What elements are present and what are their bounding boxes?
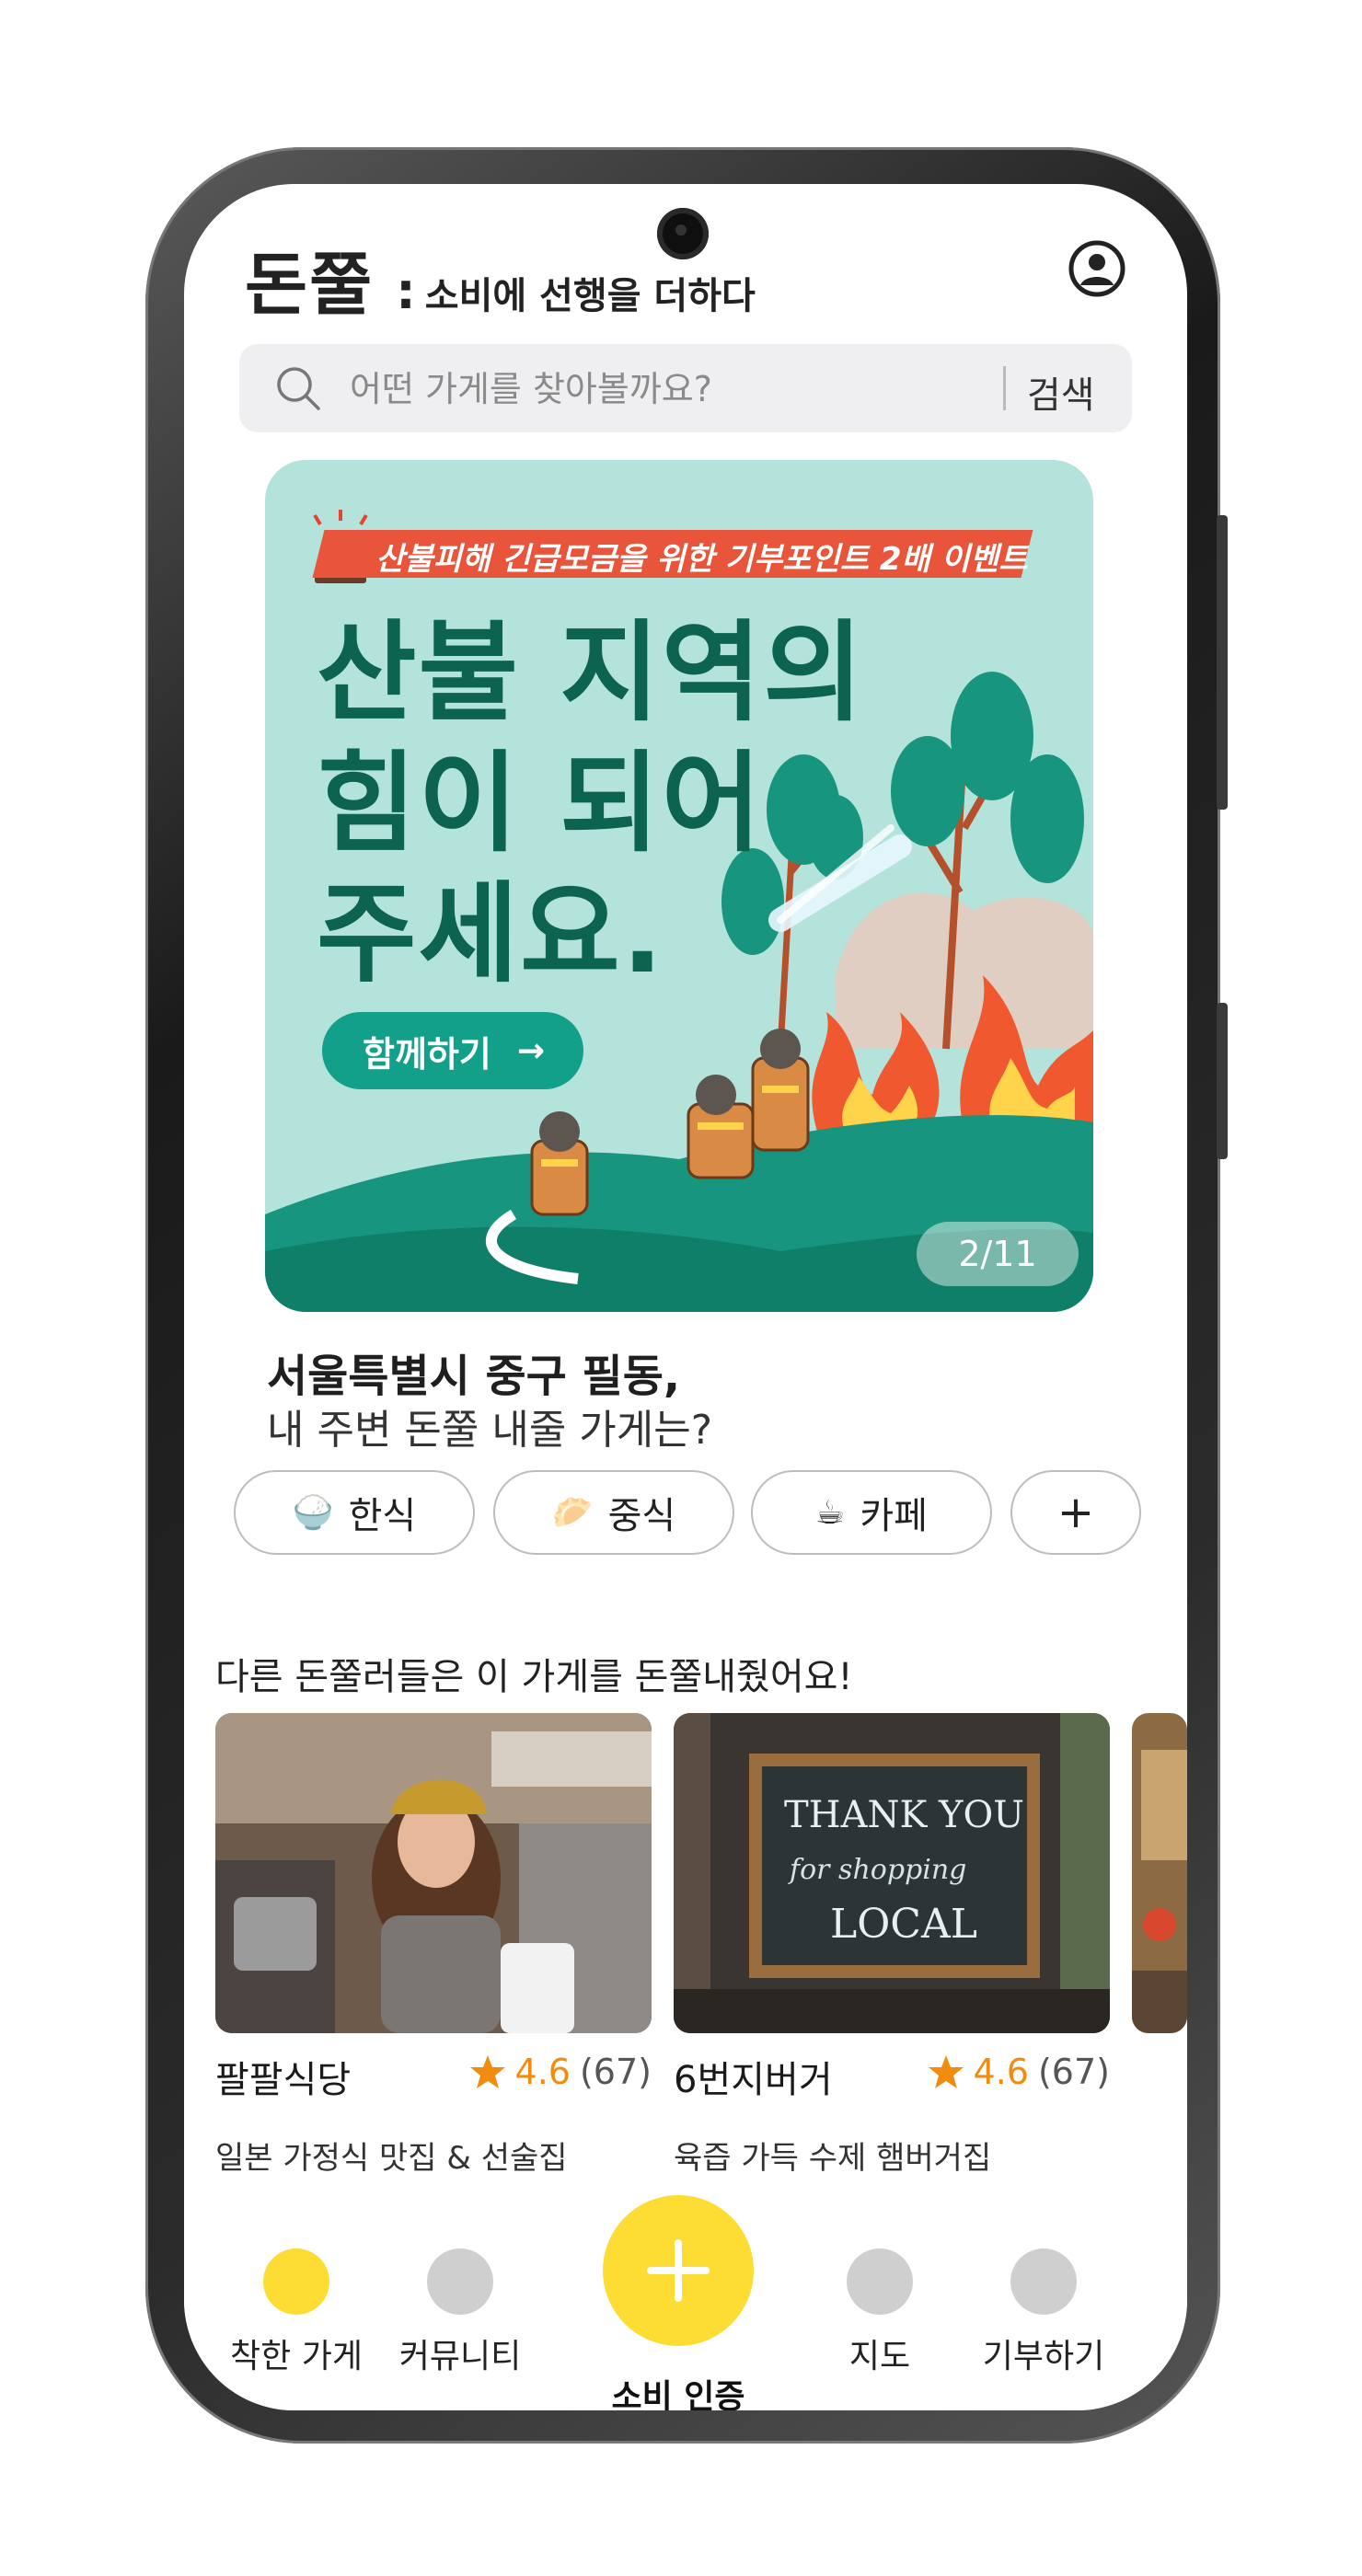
headline-line: 힘이 되어 <box>317 740 764 867</box>
nav-label: 커뮤니티 <box>398 2338 522 2375</box>
headline-line: 주세요. <box>317 870 665 997</box>
star-icon <box>928 2055 964 2088</box>
store-card[interactable]: THANK YOU for shopping LOCAL 6번지버거 4.6 (… <box>674 1713 1110 2177</box>
location-title: 서울특별시 중구 필동, <box>267 1351 681 1402</box>
search-button[interactable]: 검색 <box>1022 364 1101 420</box>
store-description: 육즙 가득 수제 햄버거집 <box>674 2140 992 2177</box>
nav-item-donate[interactable]: 기부하기 <box>961 2248 1126 2377</box>
sign-line: for shopping <box>788 1854 966 1886</box>
section-title: 다른 돈쭐러들은 이 가게를 돈쭐내줬어요! <box>215 1656 853 1698</box>
store-photo <box>1132 1713 1187 2033</box>
rating-value: 4.6 <box>973 2052 1029 2092</box>
nav-label: 소비 인증 <box>611 2378 745 2410</box>
event-text: 산불피해 긴급모금을 위한 기부포인트 2배 이벤트 <box>375 541 1028 578</box>
plus-icon: + <box>1056 1487 1095 1538</box>
nav-label: 기부하기 <box>982 2338 1105 2375</box>
volume-button <box>1217 1003 1228 1159</box>
community-icon <box>427 2248 493 2315</box>
store-photo: THANK YOU for shopping LOCAL <box>674 1713 1110 2033</box>
search-bar: 검색 <box>239 344 1132 432</box>
donate-icon <box>1010 2248 1077 2315</box>
nav-label: 지도 <box>848 2338 911 2375</box>
search-icon <box>277 367 320 410</box>
store-name: 6번지버거 <box>674 2059 833 2101</box>
store-rating: 4.6 (67) <box>928 2052 1110 2092</box>
store-photo <box>215 1713 652 2033</box>
good-stores-icon <box>263 2248 329 2315</box>
plus-icon <box>647 2239 710 2302</box>
arrow-right-icon: → <box>516 1031 546 1070</box>
store-card[interactable]: 팔팔식당 4.6 (67) 일본 가정식 맛집 & 선술집 <box>215 1713 652 2177</box>
search-input[interactable] <box>348 362 996 416</box>
join-button[interactable]: 함께하기 → <box>322 1012 583 1089</box>
sign-line: LOCAL <box>830 1901 977 1948</box>
chip-label: 카페 <box>860 1495 928 1537</box>
power-button <box>1217 515 1228 810</box>
app-header: 돈쭐 : 소비에 선행을 더하다 <box>245 230 756 328</box>
nav-item-good-stores[interactable]: 착한 가게 <box>214 2248 379 2377</box>
dumpling-icon: 🥟 <box>551 1494 594 1532</box>
map-icon <box>847 2248 913 2315</box>
store-rating: 4.6 (67) <box>469 2052 652 2092</box>
star-icon <box>469 2055 505 2088</box>
brand-colon: : <box>396 262 416 320</box>
join-button-label: 함께하기 <box>363 1033 491 1075</box>
app-screen: 돈쭐 : 소비에 선행을 더하다 검색 <box>184 184 1187 2410</box>
category-chip-korean[interactable]: 🍚 한식 <box>234 1470 475 1555</box>
more-categories-button[interactable]: + <box>1010 1470 1141 1555</box>
search-divider <box>1003 366 1006 410</box>
brand-tagline: 소비에 선행을 더하다 <box>424 275 756 317</box>
banner-headline: 산불 지역의 힘이 되어 주세요. <box>317 607 865 999</box>
store-name: 팔팔식당 <box>215 2059 352 2101</box>
location-subtitle: 내 주변 돈쭐 내줄 가게는? <box>267 1407 713 1454</box>
review-count: (67) <box>1037 2052 1110 2092</box>
profile-icon[interactable] <box>1068 239 1126 298</box>
rice-bowl-icon: 🍚 <box>292 1494 334 1532</box>
chip-label: 중식 <box>607 1495 676 1537</box>
brand-name: 돈쭐 <box>245 246 375 325</box>
promo-banner[interactable]: 산불피해 긴급모금을 위한 기부포인트 2배 이벤트 산불 지역의 힘이 되어 … <box>265 460 1093 1312</box>
thank-you-sign: THANK YOU for shopping LOCAL <box>674 1713 1110 2033</box>
rating-value: 4.6 <box>514 2052 571 2092</box>
nav-item-community[interactable]: 커뮤니티 <box>377 2248 543 2377</box>
coffee-cup-icon: ☕ <box>815 1493 846 1532</box>
chip-label: 한식 <box>348 1495 417 1537</box>
headline-line: 산불 지역의 <box>317 609 865 736</box>
nav-item-map[interactable]: 지도 <box>797 2248 963 2377</box>
store-description: 일본 가정식 맛집 & 선술집 <box>215 2140 568 2177</box>
store-card-partial[interactable] <box>1132 1713 1187 2033</box>
category-chip-cafe[interactable]: ☕ 카페 <box>751 1470 992 1555</box>
sign-line: THANK YOU <box>784 1794 1024 1836</box>
slide-counter: 2/11 <box>917 1222 1079 1286</box>
add-receipt-button[interactable] <box>603 2195 754 2346</box>
review-count: (67) <box>579 2052 652 2092</box>
nav-label: 착한 가게 <box>230 2338 363 2375</box>
category-chip-chinese[interactable]: 🥟 중식 <box>493 1470 734 1555</box>
